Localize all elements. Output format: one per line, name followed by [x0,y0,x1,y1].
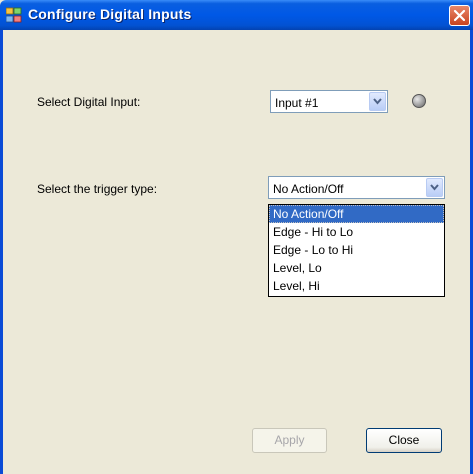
trigger-type-dropdown-list[interactable]: No Action/Off Edge - Hi to Lo Edge - Lo … [268,204,445,297]
chevron-down-icon [373,98,382,105]
apply-button[interactable]: Apply [252,428,327,453]
window-border-left [0,30,3,474]
digital-input-label: Select Digital Input: [37,95,141,109]
close-icon [453,9,466,22]
window-title: Configure Digital Inputs [28,6,192,22]
trigger-type-dropdown-button[interactable] [426,178,443,197]
trigger-type-select[interactable]: No Action/Off [268,176,445,199]
chevron-down-icon [430,184,439,191]
digital-input-status-led [412,94,426,108]
trigger-option-no-action[interactable]: No Action/Off [269,205,444,223]
close-button[interactable]: Close [366,428,442,453]
trigger-option-level-lo[interactable]: Level, Lo [269,259,444,277]
window-close-button[interactable] [449,5,470,26]
trigger-option-level-hi[interactable]: Level, Hi [269,277,444,295]
trigger-type-value: No Action/Off [273,182,344,196]
title-bar[interactable]: Configure Digital Inputs [0,0,473,30]
trigger-type-label: Select the trigger type: [37,182,158,196]
digital-input-value: Input #1 [275,96,319,110]
digital-input-select[interactable]: Input #1 [270,90,388,113]
trigger-option-edge-lo-hi[interactable]: Edge - Lo to Hi [269,241,444,259]
digital-input-dropdown-button[interactable] [369,92,386,111]
app-icon [5,7,22,23]
trigger-option-edge-hi-lo[interactable]: Edge - Hi to Lo [269,223,444,241]
